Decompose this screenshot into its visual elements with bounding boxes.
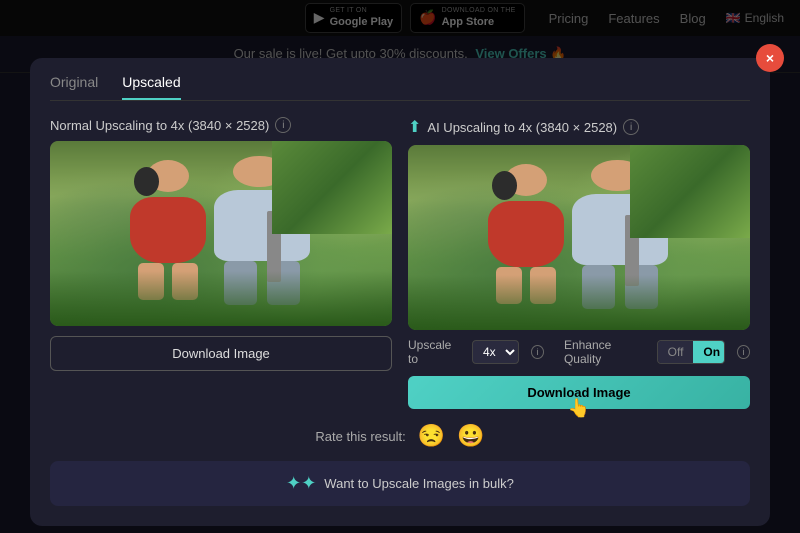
upscale-select[interactable]: 4x [472, 340, 519, 364]
bulk-text: Want to Upscale Images in bulk? [324, 476, 514, 491]
enhance-quality-label: Enhance Quality [564, 338, 645, 366]
cursor-icon: 👆 [568, 398, 590, 419]
ai-upscale-icon: ⬆ [408, 117, 421, 137]
modal: × Original Upscaled Normal Upscaling to … [30, 58, 770, 526]
tab-original[interactable]: Original [50, 74, 98, 100]
bulk-icon: ✦✦ [286, 473, 316, 494]
download-ai-button[interactable]: Download Image 👆 [408, 376, 750, 409]
upscale-to-label: Upscale to [408, 338, 460, 366]
ai-col: ⬆ AI Upscaling to 4x (3840 × 2528) i [408, 117, 750, 409]
ai-image [408, 145, 750, 330]
rating-label: Rate this result: [315, 429, 405, 444]
ai-label: ⬆ AI Upscaling to 4x (3840 × 2528) i [408, 117, 750, 137]
ai-photo [408, 145, 750, 330]
ai-info-icon[interactable]: i [623, 119, 639, 135]
tab-upscaled[interactable]: Upscaled [122, 74, 180, 100]
tabs: Original Upscaled [50, 74, 750, 101]
normal-col: Normal Upscaling to 4x (3840 × 2528) i [50, 117, 392, 409]
sad-rating-btn[interactable]: 😒 [418, 423, 445, 449]
modal-overlay: × Original Upscaled Normal Upscaling to … [0, 0, 800, 533]
rating-row: Rate this result: 😒 😀 [50, 423, 750, 449]
toggle-off[interactable]: Off [658, 341, 694, 363]
download-normal-button[interactable]: Download Image [50, 336, 392, 371]
upscale-select-wrap: 4x [472, 340, 519, 364]
normal-image [50, 141, 392, 326]
close-button[interactable]: × [756, 44, 784, 72]
images-row: Normal Upscaling to 4x (3840 × 2528) i [50, 117, 750, 409]
toggle-on[interactable]: On [693, 341, 725, 363]
upscale-info-icon[interactable]: i [531, 345, 544, 359]
toggle-group: Off On [657, 340, 725, 364]
controls-row: Upscale to 4x i Enhance Quality Off On i [408, 338, 750, 366]
normal-info-icon[interactable]: i [275, 117, 291, 133]
normal-photo [50, 141, 392, 326]
bulk-banner: ✦✦ Want to Upscale Images in bulk? [50, 461, 750, 506]
quality-info-icon[interactable]: i [737, 345, 750, 359]
normal-label: Normal Upscaling to 4x (3840 × 2528) i [50, 117, 392, 133]
happy-rating-btn[interactable]: 😀 [457, 423, 484, 449]
